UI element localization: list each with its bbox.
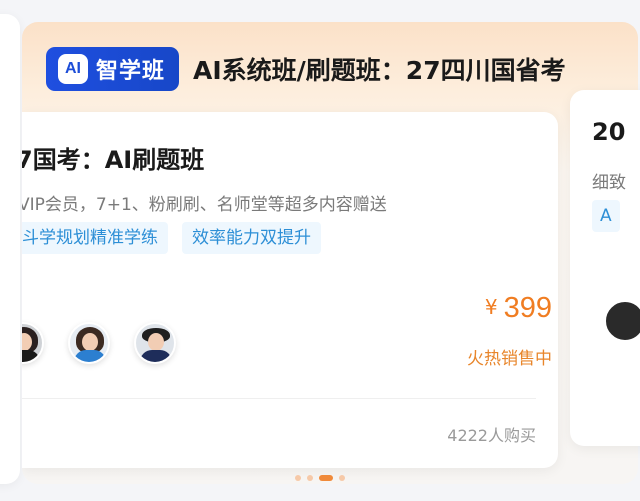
panel-header: AI 智学班 AI系统班/刷题班：27四川国省考 — [46, 46, 566, 92]
carousel-dot-active[interactable] — [319, 475, 333, 481]
carousel-dot[interactable] — [295, 475, 301, 481]
next-course-tag: A — [592, 200, 620, 232]
previous-card-edge[interactable] — [0, 14, 20, 484]
course-tags: 斗学规划精准学练 效率能力双提升 — [22, 222, 335, 254]
brand-name: 智学班 — [96, 59, 166, 84]
currency-symbol: ¥ — [484, 295, 498, 319]
price-value: 399 — [503, 292, 552, 324]
course-tag: 效率能力双提升 — [182, 222, 321, 254]
next-course-title: 20 — [592, 118, 626, 146]
panel-title: AI系统班/刷题班：27四川国省考 — [193, 56, 566, 85]
course-tag: 斗学规划精准学练 — [22, 222, 168, 254]
carousel-indicator — [0, 475, 640, 481]
card-divider — [22, 398, 536, 399]
next-teacher-avatar — [604, 300, 640, 342]
course-title: 7国考：AI刷题班 — [22, 146, 205, 174]
brand-logo: AI 智学班 — [46, 47, 180, 91]
buyer-count: 4222人购买 — [447, 426, 536, 445]
teacher-avatar — [22, 322, 44, 364]
course-panel: AI 智学班 AI系统班/刷题班：27四川国省考 7国考：AI刷题班 VIP会员… — [22, 22, 638, 484]
carousel-dot[interactable] — [307, 475, 313, 481]
next-course-subtitle: 细致 — [592, 173, 626, 193]
course-price: ¥399 — [485, 292, 552, 325]
course-card[interactable]: 7国考：AI刷题班 VIP会员，7+1、粉刷刷、名师堂等超多内容赠送 斗学规划精… — [22, 112, 558, 468]
teacher-avatar — [68, 322, 110, 364]
course-subtitle: VIP会员，7+1、粉刷刷、名师堂等超多内容赠送 — [22, 195, 387, 215]
teacher-avatar — [134, 322, 176, 364]
carousel-dot[interactable] — [339, 475, 345, 481]
sale-status: 火热销售中 — [467, 349, 552, 369]
next-course-card[interactable]: 20 细致 A — [570, 90, 640, 446]
ai-logo-icon: AI — [58, 54, 88, 84]
teacher-avatars — [22, 322, 200, 364]
